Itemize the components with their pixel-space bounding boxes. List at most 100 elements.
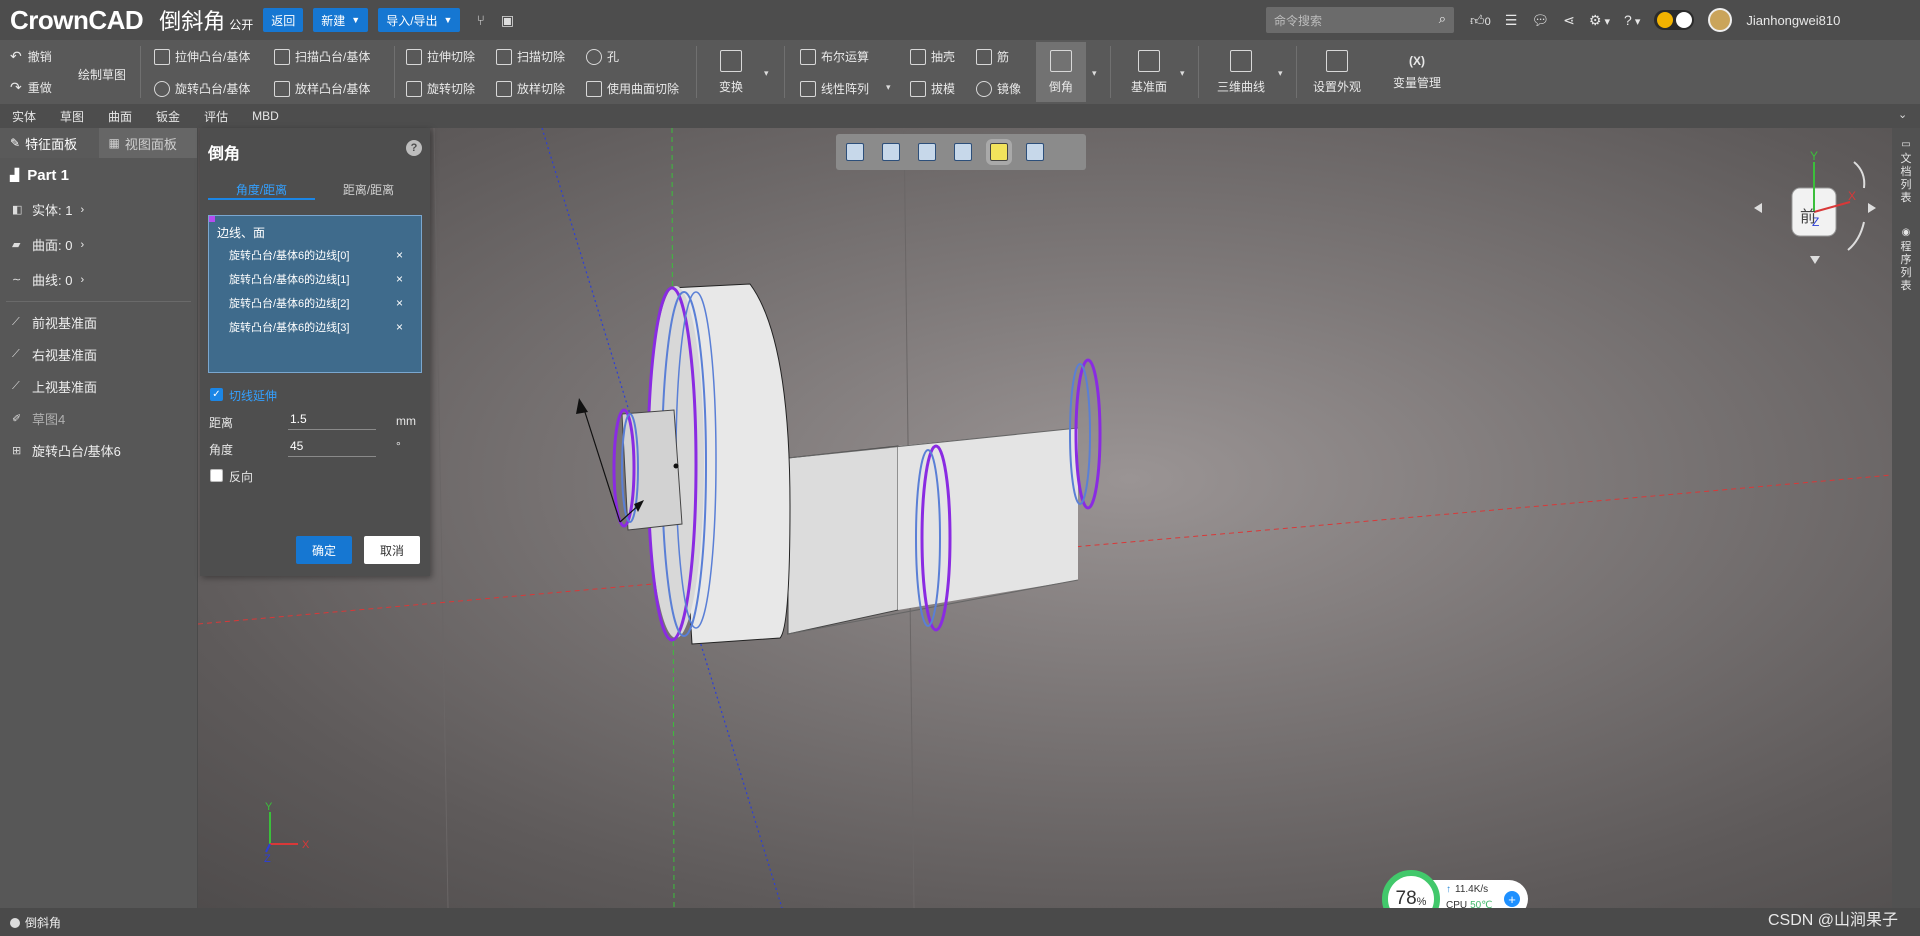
like-button[interactable]: 👍︎0 xyxy=(1470,12,1491,29)
loft-cut-button[interactable]: 放样切除 xyxy=(496,80,565,97)
tree-item-curves[interactable]: ∼ 曲线: 0 › xyxy=(0,262,197,297)
comment-icon[interactable]: 💬︎ xyxy=(1531,12,1549,29)
tab-view-panel[interactable]: ▦ 视图面板 xyxy=(98,128,197,158)
avatar[interactable] xyxy=(1708,8,1733,32)
variable-manager-button[interactable]: (X) 变量管理 xyxy=(1390,54,1444,91)
hole-button[interactable]: 孔 xyxy=(586,48,619,65)
boolean-button[interactable]: 布尔运算 xyxy=(800,48,869,65)
remove-icon[interactable]: × xyxy=(396,296,403,310)
tab-surface[interactable]: 曲面 xyxy=(96,108,144,125)
reverse-checkbox[interactable] xyxy=(210,469,223,482)
cancel-button[interactable]: 取消 xyxy=(364,536,420,564)
help-icon[interactable]: ? ▾ xyxy=(1624,12,1640,28)
tree-item-surfaces[interactable]: ▰ 曲面: 0 › xyxy=(0,227,197,262)
extrude-boss-button[interactable]: 拉伸凸台/基体 xyxy=(154,48,250,65)
sketch-button[interactable]: 绘制草图 xyxy=(78,66,126,83)
draft-button[interactable]: 拔模 xyxy=(910,80,955,97)
tree-item-solids[interactable]: ◧ 实体: 1 › xyxy=(0,192,197,227)
edge-selection-list[interactable]: 边线、面 旋转凸台/基体6的边线[0] × 旋转凸台/基体6的边线[1] × 旋转凸… xyxy=(208,215,422,373)
loft-boss-button[interactable]: 放样凸台/基体 xyxy=(274,80,370,97)
tab-angle-distance[interactable]: 角度/距离 xyxy=(208,178,315,200)
navigation-cube[interactable]: Y X Z 前 xyxy=(1750,148,1880,268)
tab-sketch[interactable]: 草图 xyxy=(48,108,96,125)
program-list-tab[interactable]: ◉ 程序列表 xyxy=(1898,226,1914,293)
3d-curve-button[interactable]: 三维曲线 xyxy=(1214,50,1268,95)
tree-item-sketch4[interactable]: ✐ 草图4 xyxy=(0,402,197,434)
zoom-area-icon[interactable] xyxy=(882,143,900,161)
appearance-button[interactable]: 设置外观 xyxy=(1310,50,1364,95)
chevron-down-icon[interactable]: ⌄ xyxy=(1898,108,1907,121)
new-button[interactable]: 新建 ▼ xyxy=(313,8,369,32)
tab-sheet-metal[interactable]: 钣金 xyxy=(144,108,192,125)
tab-solid[interactable]: 实体 xyxy=(0,108,48,125)
part-root[interactable]: ▟ Part 1 xyxy=(0,158,197,192)
surface-cut-button[interactable]: 使用曲面切除 xyxy=(586,80,679,97)
linear-pattern-button[interactable]: 线性阵列 xyxy=(800,80,869,97)
roll-ccw-icon[interactable] xyxy=(1847,221,1865,251)
rotate-down-icon[interactable] xyxy=(1810,256,1820,264)
zoom-fit-icon[interactable] xyxy=(846,143,864,161)
tab-distance-distance[interactable]: 距离/距离 xyxy=(315,178,422,200)
reference-plane-button[interactable]: 基准面 xyxy=(1122,50,1176,95)
command-search-input[interactable]: 命令搜索 ⌕ xyxy=(1266,7,1454,33)
plus-icon[interactable]: + xyxy=(1504,891,1520,907)
chevron-right-icon[interactable]: › xyxy=(80,239,84,251)
chevron-down-icon[interactable]: ▾ xyxy=(1092,68,1097,79)
section-view-icon[interactable] xyxy=(954,143,972,161)
document-list-tab[interactable]: ▭ 文档列表 xyxy=(1898,138,1914,205)
remove-icon[interactable]: × xyxy=(396,320,403,334)
chevron-down-icon[interactable]: ▾ xyxy=(764,68,769,79)
tab-mbd[interactable]: MBD xyxy=(240,109,291,123)
tree-item-revolve6[interactable]: ⊞ 旋转凸台/基体6 xyxy=(0,434,197,466)
angle-input[interactable]: 45 xyxy=(288,439,376,457)
selection-item[interactable]: 旋转凸台/基体6的边线[1] × xyxy=(209,268,421,290)
transform-button[interactable]: 变换 xyxy=(704,50,758,95)
tree-item-right-plane[interactable]: ⟋ 右视基准面 xyxy=(0,338,197,370)
list-icon[interactable]: ☰ xyxy=(1505,12,1518,29)
import-export-button[interactable]: 导入/导出 ▼ xyxy=(378,8,461,32)
tab-feature-panel[interactable]: ✎ 特征面板 xyxy=(0,128,99,158)
back-button[interactable]: 返回 xyxy=(263,8,304,32)
chevron-down-icon[interactable]: ▾ xyxy=(886,82,891,93)
camera-icon[interactable] xyxy=(1026,143,1044,161)
remove-icon[interactable]: × xyxy=(396,272,403,286)
revolve-boss-button[interactable]: 旋转凸台/基体 xyxy=(154,80,250,97)
chamfer-button[interactable]: 倒角 xyxy=(1034,50,1088,95)
tab-evaluate[interactable]: 评估 xyxy=(192,108,240,125)
extrude-cut-button[interactable]: 拉伸切除 xyxy=(406,48,475,65)
help-icon[interactable]: ? xyxy=(406,140,422,156)
sweep-cut-button[interactable]: 扫描切除 xyxy=(496,48,565,65)
3d-viewport[interactable] xyxy=(198,128,1892,908)
confirm-button[interactable]: 确定 xyxy=(296,536,352,564)
tree-item-top-plane[interactable]: ⟋ 上视基准面 xyxy=(0,370,197,402)
chevron-down-icon[interactable]: ▾ xyxy=(1278,68,1283,79)
redo-button[interactable]: ↷ 重做 xyxy=(10,79,52,96)
roll-cw-icon[interactable] xyxy=(1853,161,1866,189)
rib-button[interactable]: 筋 xyxy=(976,48,1009,65)
rotate-right-icon[interactable] xyxy=(1868,203,1876,213)
username[interactable]: Jianhongwei810 xyxy=(1746,13,1840,28)
theme-toggle[interactable] xyxy=(1654,10,1695,30)
settings-icon[interactable]: ⚙ ▾ xyxy=(1589,12,1610,29)
distance-input[interactable]: 1.5 xyxy=(288,412,376,430)
rotate-left-icon[interactable] xyxy=(1754,203,1762,213)
search-icon[interactable]: ⌕ xyxy=(1439,11,1446,27)
tangent-propagation-checkbox[interactable]: ✓ xyxy=(210,388,223,401)
chevron-right-icon[interactable]: › xyxy=(80,274,84,286)
selection-item[interactable]: 旋转凸台/基体6的边线[0] × xyxy=(209,244,421,266)
undo-button[interactable]: ↶ 撤销 xyxy=(10,48,52,65)
sweep-boss-button[interactable]: 扫描凸台/基体 xyxy=(274,48,370,65)
tree-item-front-plane[interactable]: ⟋ 前视基准面 xyxy=(0,306,197,338)
shell-button[interactable]: 抽壳 xyxy=(910,48,955,65)
share-icon[interactable]: ⋖ xyxy=(1563,12,1575,29)
shaft-body[interactable] xyxy=(787,445,899,635)
mirror-button[interactable]: 镜像 xyxy=(976,80,1021,97)
save-icon[interactable]: ▣ xyxy=(501,12,514,29)
model-scene[interactable] xyxy=(198,128,1892,908)
display-style-icon[interactable] xyxy=(986,139,1012,165)
revolve-cut-button[interactable]: 旋转切除 xyxy=(406,80,475,97)
chevron-down-icon[interactable]: ▾ xyxy=(1180,68,1185,79)
chamfer-edge-3[interactable] xyxy=(1074,358,1102,510)
selection-item[interactable]: 旋转凸台/基体6的边线[3] × xyxy=(209,316,421,338)
remove-icon[interactable]: × xyxy=(396,248,403,262)
